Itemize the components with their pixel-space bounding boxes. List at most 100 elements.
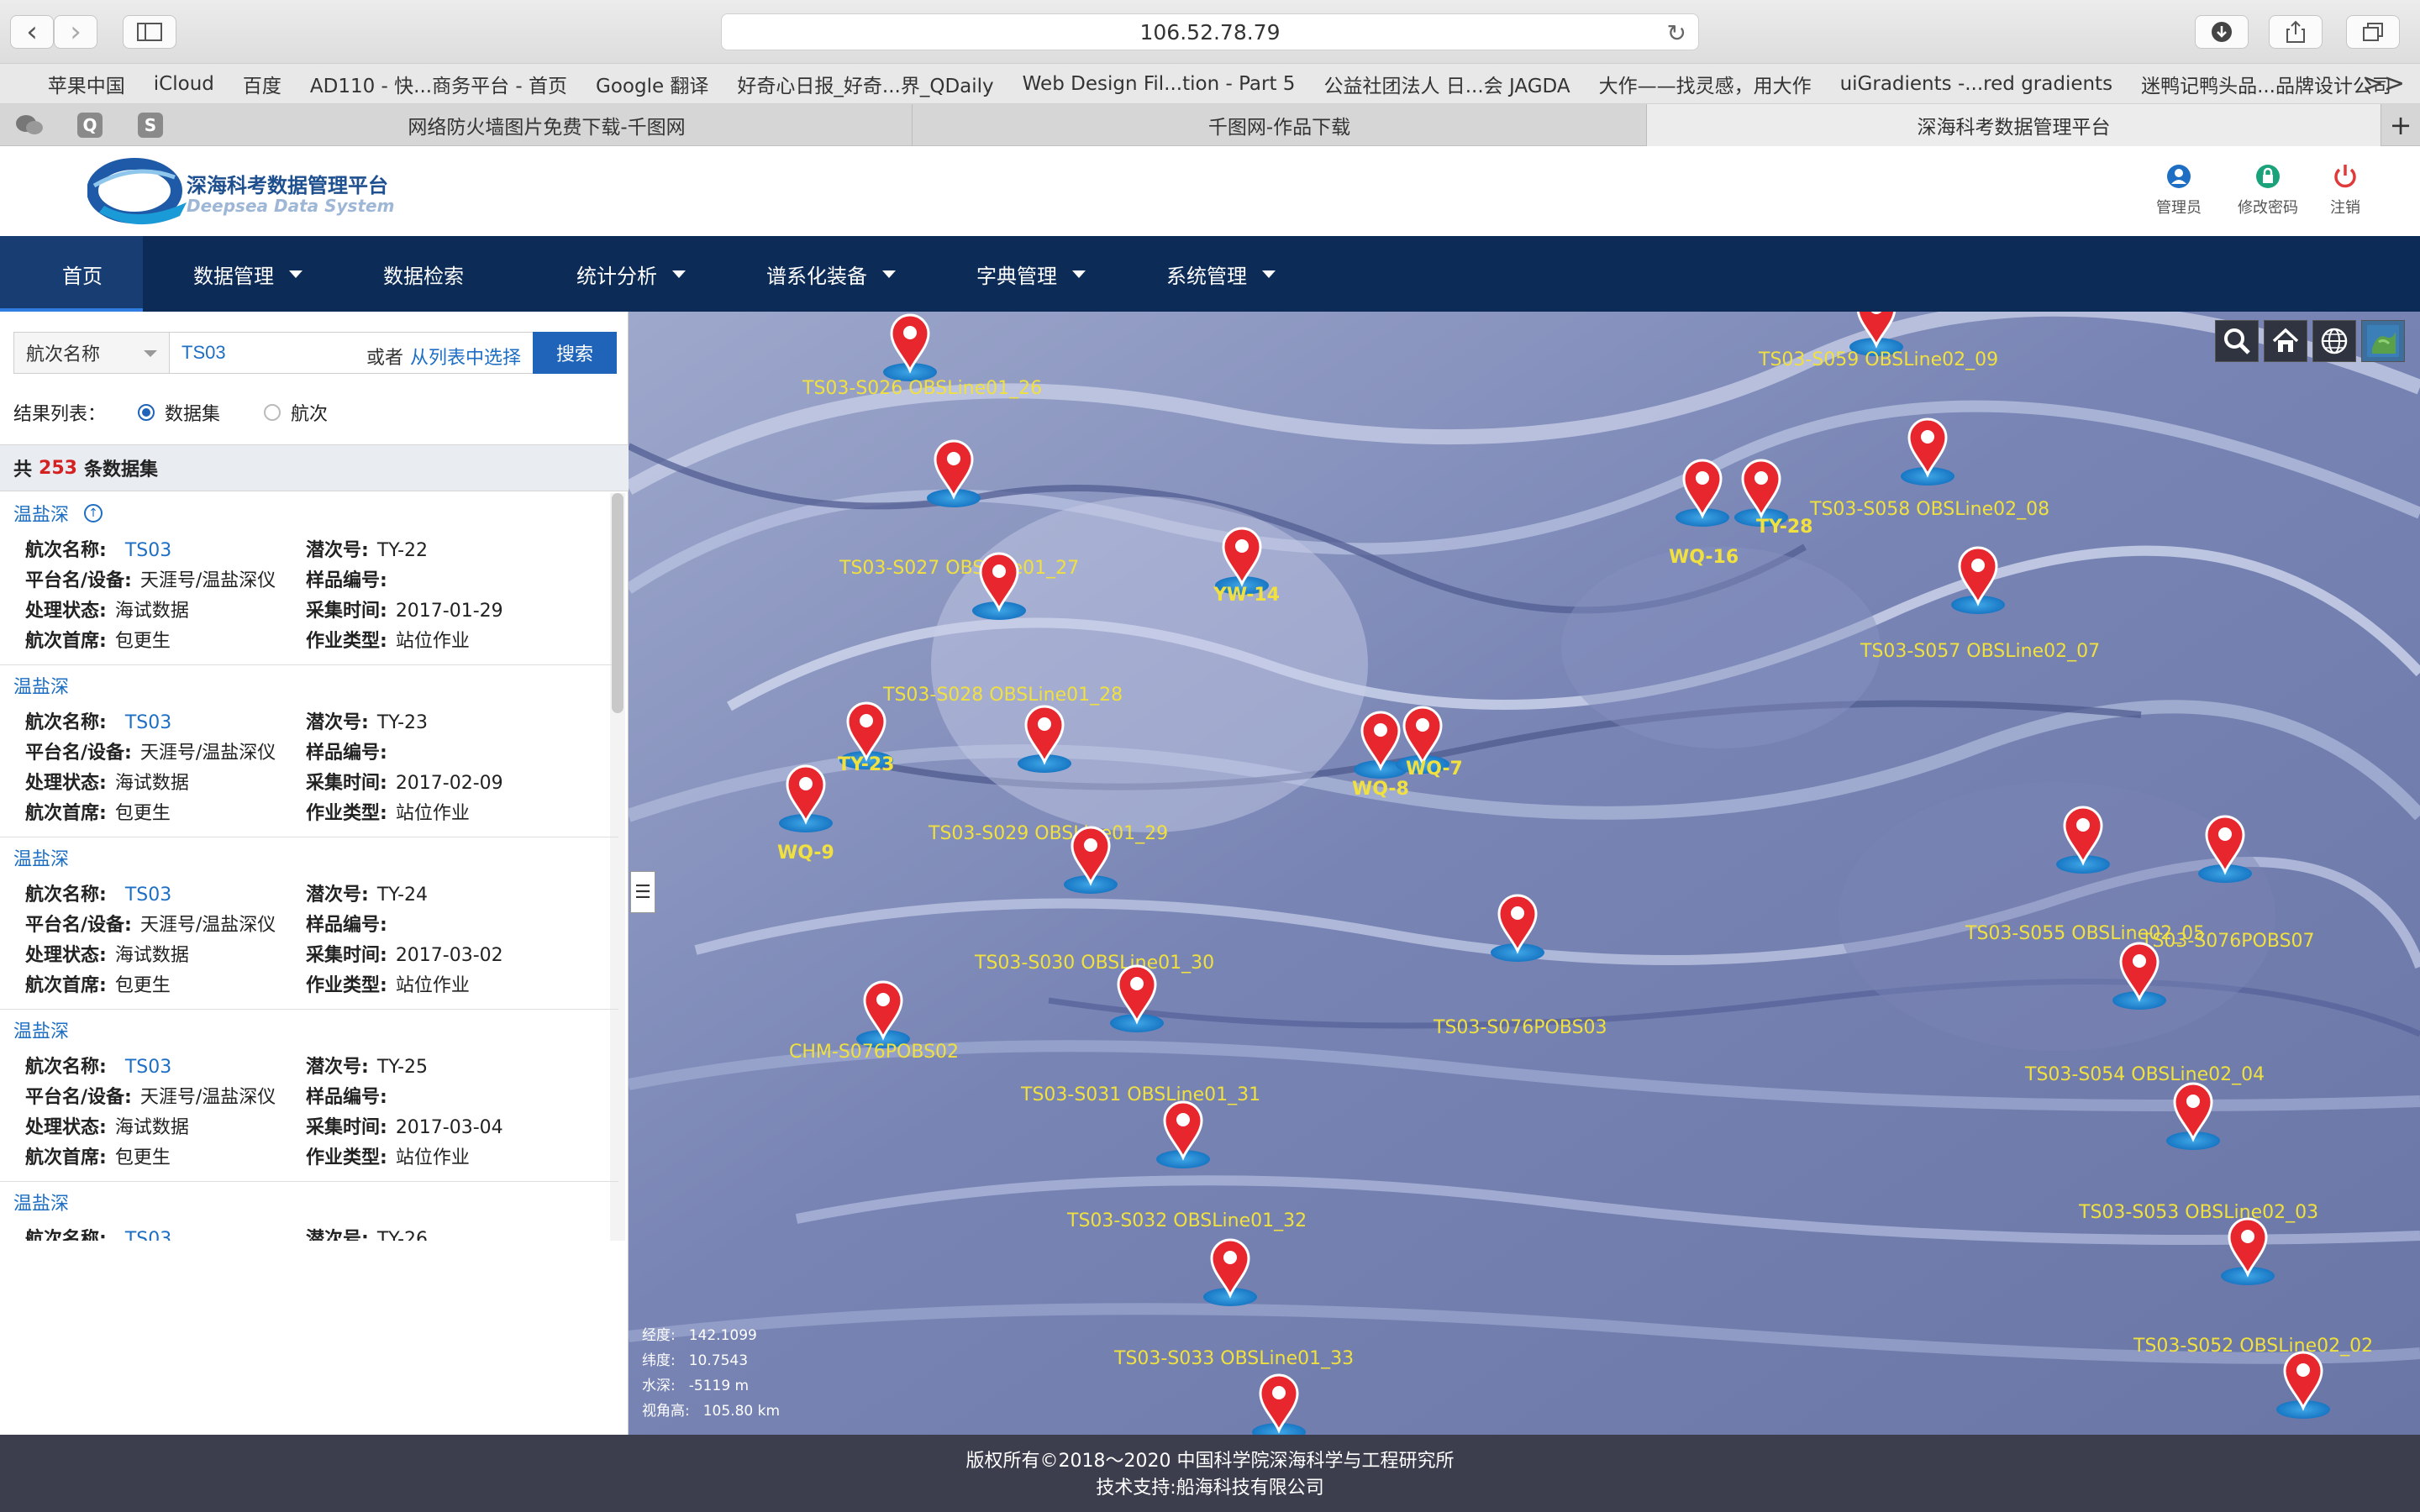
- field-status: 处理状态: 海试数据: [25, 945, 189, 966]
- search-field-select[interactable]: 航次名称: [13, 332, 170, 374]
- tab-qiantu-download[interactable]: 千图网-作品下载: [913, 104, 1647, 146]
- logo[interactable]: 深海科考数据管理平台 Deepsea Data System: [87, 157, 407, 226]
- field-voyage: 航次名称: TS03: [25, 1224, 171, 1241]
- voyage-link[interactable]: TS03: [125, 885, 171, 906]
- field-voyage: 航次名称: TS03: [25, 1057, 172, 1078]
- pick-from-list-link[interactable]: 从列表中选择: [410, 343, 521, 370]
- dataset-title[interactable]: 温盐深: [13, 1018, 605, 1042]
- field-platform: 平台名/设备: 天涯号/温盐深仪: [25, 1087, 276, 1108]
- map-marker-label: TS03-S076POBS07: [2140, 931, 2315, 952]
- map-layers-button[interactable]: [2361, 320, 2405, 362]
- wechat-icon[interactable]: [15, 114, 44, 141]
- pinned-tab[interactable]: Q: [77, 113, 103, 138]
- chevron-down-icon: [672, 270, 686, 278]
- map-pin-dot: [2296, 1363, 2310, 1377]
- search-button[interactable]: 搜索: [533, 332, 617, 374]
- address-bar[interactable]: 106.52.78.79 ↻: [721, 13, 1699, 50]
- dataset-title[interactable]: 温盐深: [13, 674, 605, 698]
- reload-icon[interactable]: ↻: [1667, 19, 1686, 47]
- dataset-card[interactable]: 温盐深 航次名称: TS03 潜次号: TY-25 平台名/设备: 天涯号/温盐深仪 样品编号…: [0, 1010, 618, 1182]
- bookmark-item[interactable]: 苹果中国: [48, 70, 125, 98]
- tab-bar: Q S 网络防火墙图片免费下载-千图网 千图网-作品下载 深海科考数据管理平台 …: [0, 104, 2420, 146]
- scrollbar-thumb[interactable]: [612, 493, 623, 713]
- nav-system[interactable]: 系统管理: [1126, 236, 1316, 312]
- change-password-button[interactable]: 修改密码: [2230, 162, 2306, 218]
- dataset-title[interactable]: 温盐深: [13, 1190, 605, 1215]
- bookmark-item[interactable]: 大作——找灵感，用大作: [1599, 70, 1812, 98]
- arrow-up-circle-icon[interactable]: ↑: [84, 504, 103, 522]
- map-globe-button[interactable]: [2312, 320, 2356, 362]
- bookmark-item[interactable]: iCloud: [154, 73, 214, 95]
- tab-deepsea-platform[interactable]: 深海科考数据管理平台: [1647, 104, 2381, 146]
- bookmark-item[interactable]: 公益社团法人 日...会 JAGDA: [1323, 70, 1570, 98]
- map-pin-dot: [1038, 717, 1051, 731]
- nav-equipment[interactable]: 谱系化装备: [726, 236, 936, 312]
- map-pin-dot: [799, 777, 813, 790]
- dataset-card[interactable]: 温盐深航次名称: TS03 潜次号: TY-26: [0, 1182, 618, 1241]
- tab-qiantu-firewall[interactable]: 网络防火墙图片免费下载-千图网: [182, 104, 913, 146]
- field-dive: 潜次号: TY-26: [306, 1229, 429, 1241]
- map-pin-dot: [2241, 1230, 2254, 1243]
- back-button[interactable]: ‹: [10, 15, 54, 49]
- voyage-link[interactable]: TS03: [125, 712, 171, 733]
- tab-overview-button[interactable]: [2346, 15, 2400, 49]
- voyage-link[interactable]: TS03: [125, 540, 171, 561]
- dataset-card[interactable]: 温盐深 航次名称: TS03 潜次号: TY-24 平台名/设备: 天涯号/温盐深仪 样品编号…: [0, 837, 618, 1010]
- field-work: 作业类型: 站位作业: [306, 975, 470, 996]
- dataset-title[interactable]: 温盐深 ↑: [13, 501, 605, 526]
- collapse-panel-button[interactable]: ☰: [630, 871, 655, 913]
- nav-data-search[interactable]: 数据检索: [343, 236, 536, 312]
- map-pin-dot: [2133, 954, 2146, 968]
- bookmark-item[interactable]: Google 翻译: [596, 70, 708, 98]
- bookmarks-bar: 苹果中国 iCloud 百度 AD110 - 快...商务平台 - 首页 Goo…: [0, 64, 2420, 104]
- nav-dictionary[interactable]: 字典管理: [936, 236, 1126, 312]
- bookmark-item[interactable]: Web Design Fil...tion - Part 5: [1023, 73, 1296, 95]
- dataset-card[interactable]: 温盐深 航次名称: TS03 潜次号: TY-23 平台名/设备: 天涯号/温盐深仪 样品编号…: [0, 665, 618, 837]
- readout-latitude: 纬度: 10.7543: [642, 1352, 749, 1369]
- dataset-title[interactable]: 温盐深: [13, 846, 605, 870]
- map-pin-dot: [1754, 471, 1768, 485]
- nav-data-management[interactable]: 数据管理: [143, 236, 343, 312]
- bookmark-item[interactable]: 迷鸭记鸭头品...品牌设计公司: [2141, 70, 2391, 98]
- downloads-button[interactable]: [2195, 15, 2249, 49]
- nav-home[interactable]: 首页: [0, 236, 143, 312]
- bookmarks-more-button[interactable]: >>: [2363, 69, 2405, 98]
- readout-longitude: 经度: 142.1099: [642, 1327, 757, 1344]
- pinned-tab[interactable]: S: [138, 113, 163, 138]
- radio-dataset[interactable]: 数据集: [138, 399, 220, 426]
- bookmark-item[interactable]: 好奇心日报_好奇...界_QDaily: [737, 70, 993, 98]
- map-pin-dot: [1176, 1113, 1190, 1126]
- search-icon: [2224, 328, 2250, 354]
- map-search-button[interactable]: [2215, 320, 2259, 362]
- logout-button[interactable]: 注销: [2307, 162, 2383, 218]
- voyage-link[interactable]: TS03: [125, 1229, 171, 1241]
- field-voyage: 航次名称: TS03: [25, 885, 172, 906]
- chevron-down-icon: [1262, 270, 1276, 278]
- main-nav: 首页 数据管理 数据检索 统计分析 谱系化装备 字典管理 系统管理: [0, 236, 2420, 312]
- map-view[interactable]: TS03-S026 OBSLine01_26 TS03-S027 OBSLine0…: [629, 312, 2420, 1435]
- field-time: 采集时间: 2017-03-02: [306, 945, 503, 966]
- footer: 版权所有©2018～2020 中国科学院深海科学与工程研究所 技术支持:船海科技…: [0, 1435, 2420, 1512]
- home-icon: [2272, 328, 2299, 352]
- bookmark-item[interactable]: AD110 - 快...商务平台 - 首页: [310, 70, 567, 98]
- new-tab-button[interactable]: +: [2381, 104, 2420, 146]
- radio-voyage[interactable]: 航次: [264, 399, 328, 426]
- map-pin-dot: [1084, 838, 1097, 852]
- share-button[interactable]: [2269, 15, 2323, 49]
- forward-button[interactable]: ›: [54, 15, 97, 49]
- map-marker-label: WQ-8: [1352, 779, 1409, 800]
- bookmark-item[interactable]: uiGradients -...red gradients: [1840, 73, 2112, 95]
- sidebar-toggle-button[interactable]: [123, 15, 176, 49]
- admin-button[interactable]: 管理员: [2141, 162, 2217, 218]
- result-list-label: 结果列表：: [13, 404, 107, 425]
- field-platform: 平台名/设备: 天涯号/温盐深仪: [25, 743, 276, 764]
- nav-statistics[interactable]: 统计分析: [536, 236, 726, 312]
- map-canvas[interactable]: TS03-S026 OBSLine01_26 TS03-S027 OBSLine0…: [629, 312, 2420, 1435]
- map-pin-dot: [2076, 818, 2090, 832]
- dataset-card[interactable]: 温盐深 ↑ 航次名称: TS03 潜次号: TY-22 平台名/设备: 天涯号/温盐深仪 样品编…: [0, 493, 618, 665]
- map-pin-dot: [876, 993, 890, 1006]
- map-toolbar: [2210, 320, 2405, 362]
- voyage-link[interactable]: TS03: [125, 1057, 171, 1078]
- map-home-button[interactable]: [2264, 320, 2307, 362]
- bookmark-item[interactable]: 百度: [243, 70, 281, 98]
